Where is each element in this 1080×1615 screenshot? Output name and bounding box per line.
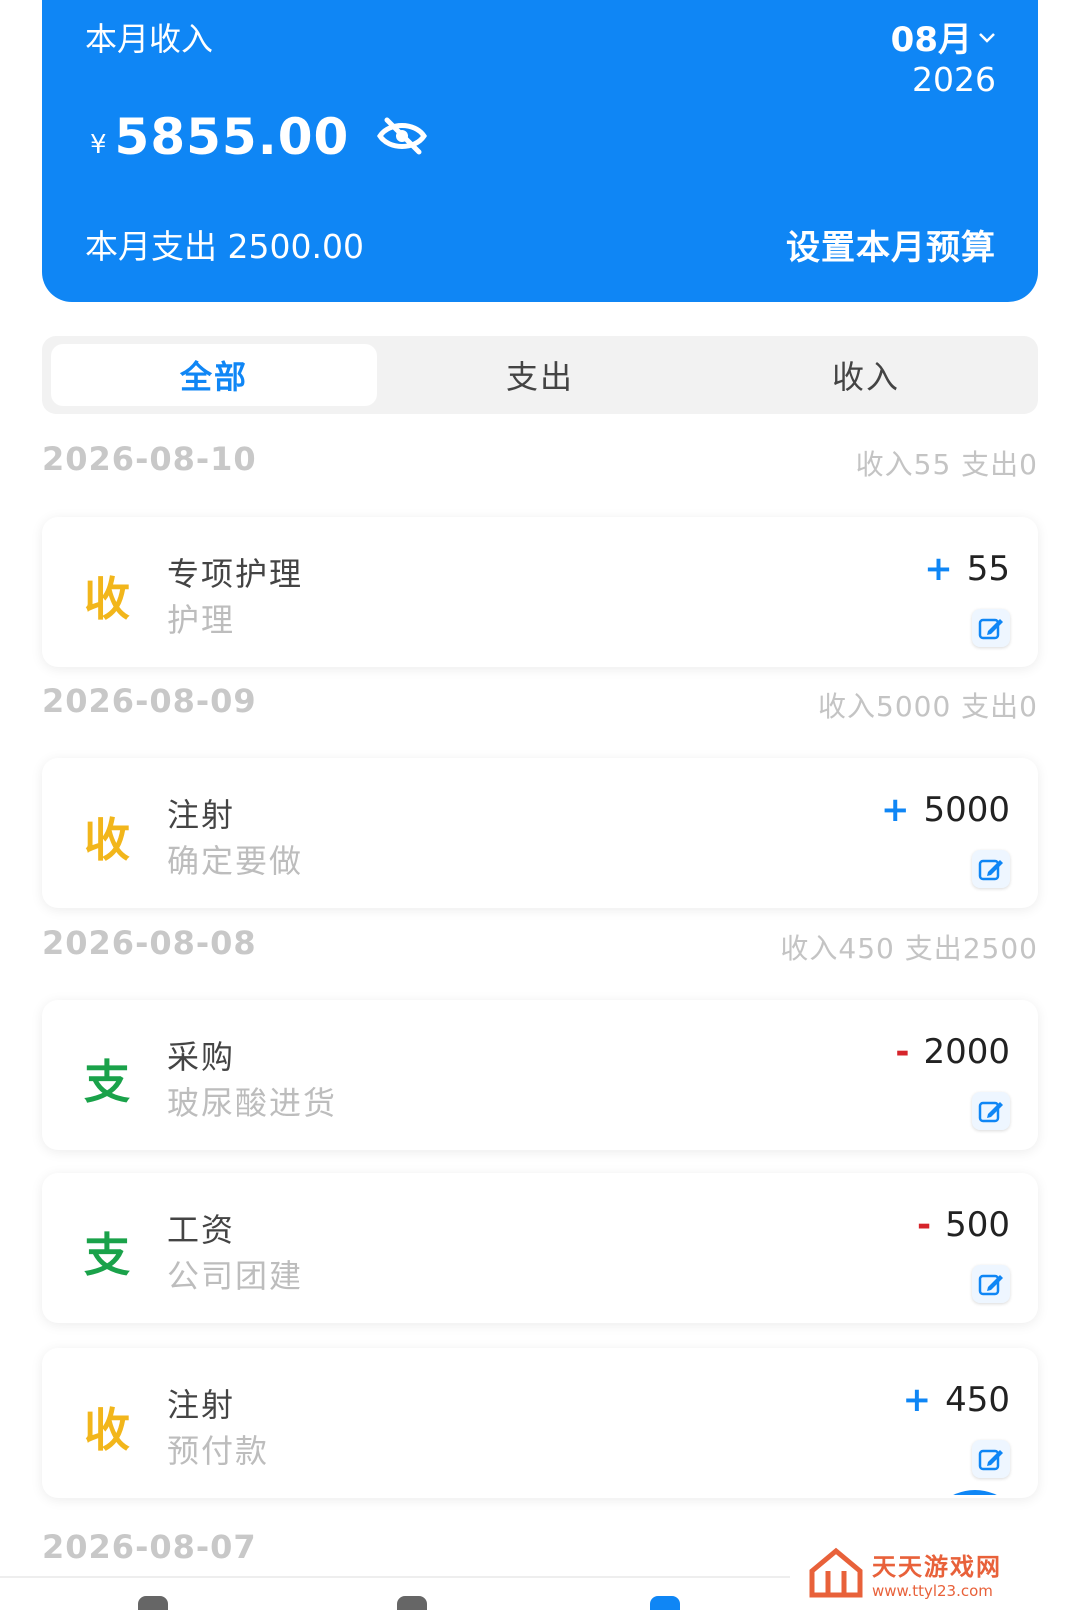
amount-value: 500 [945,1205,1010,1245]
month-value: 08月 [890,20,972,60]
group-summary: 收入55 支出0 [855,448,1038,481]
home-icon[interactable] [138,1596,168,1610]
tab-income[interactable]: 收入 [703,344,1029,406]
record-amount: + 5000 [881,790,1010,830]
watermark-name: 天天游戏网 [872,1552,1002,1581]
amount-sign: + [924,549,953,589]
record-card[interactable]: 收 注射 预付款 + 450 [42,1348,1038,1498]
chevron-down-icon [979,32,995,43]
site-watermark: 天天游戏网 www.ttyl23.com [808,1540,1048,1606]
edit-icon[interactable] [972,1265,1010,1303]
set-budget-button[interactable]: 设置本月预算 [786,220,996,269]
group-summary: 收入5000 支出0 [818,690,1038,723]
record-amount: + 450 [903,1380,1010,1420]
expense-summary: 本月支出 2500.00 [85,227,364,266]
group-date: 2026-08-08 [42,924,257,962]
record-title: 注射 [167,796,236,834]
record-card[interactable]: 收 注射 确定要做 + 5000 [42,758,1038,908]
eye-off-icon[interactable] [377,116,428,156]
income-label: 本月收入 [85,20,214,58]
group-date: 2026-08-07 [42,1528,257,1566]
amount-sign: - [895,1032,910,1072]
record-card[interactable]: 收 专项护理 护理 + 55 [42,517,1038,667]
edit-icon[interactable] [972,1440,1010,1478]
record-title: 专项护理 [167,555,304,593]
monthly-summary-card: 本月收入 08月 2026 ¥ 5855.00 本月支出 2500.00 设置本… [42,0,1038,302]
filter-tabs: 全部 支出 收入 [42,336,1038,414]
record-amount: + 55 [924,549,1010,589]
record-title: 采购 [167,1038,236,1076]
tab-expense[interactable]: 支出 [377,344,703,406]
group-date: 2026-08-09 [42,682,257,720]
income-badge: 收 [84,572,130,626]
edit-icon[interactable] [972,850,1010,888]
bottom-nav [0,1576,790,1615]
tab-all[interactable]: 全部 [51,344,377,406]
amount-value: 2000 [923,1032,1010,1072]
month-selector[interactable]: 08月 [891,12,996,61]
amount-sign: + [902,1380,932,1420]
record-note: 预付款 [167,1432,270,1470]
house-logo-icon [809,1547,863,1598]
expense-badge: 支 [84,1228,130,1282]
income-badge: 收 [84,813,130,867]
group-summary: 收入450 支出2500 [780,932,1038,965]
stats-icon[interactable] [397,1596,427,1610]
amount-value: 5000 [923,790,1010,830]
income-amount-row: ¥ 5855.00 [90,108,428,166]
amount-value: 450 [945,1380,1010,1420]
record-title: 注射 [167,1386,236,1424]
amount-sign: - [916,1205,932,1245]
year-value: 2026 [912,60,996,99]
currency-symbol: ¥ [90,130,107,160]
income-badge: 收 [84,1403,130,1457]
records-icon[interactable] [650,1596,680,1610]
income-amount: 5855.00 [114,108,350,166]
expense-badge: 支 [84,1055,130,1109]
record-amount: - 2000 [895,1032,1010,1072]
amount-value: 55 [966,549,1010,589]
record-note: 玻尿酸进货 [167,1084,338,1122]
edit-icon[interactable] [972,609,1010,647]
edit-icon[interactable] [972,1092,1010,1130]
record-card[interactable]: 支 工资 公司团建 - 500 [42,1173,1038,1323]
group-date: 2026-08-10 [42,440,257,478]
record-title: 工资 [167,1211,236,1249]
record-note: 确定要做 [167,842,304,880]
amount-sign: + [880,790,910,830]
record-amount: - 500 [917,1205,1010,1245]
record-note: 公司团建 [167,1257,304,1295]
record-card[interactable]: 支 采购 玻尿酸进货 - 2000 [42,1000,1038,1150]
record-note: 护理 [167,601,236,639]
watermark-url: www.ttyl23.com [872,1581,993,1600]
